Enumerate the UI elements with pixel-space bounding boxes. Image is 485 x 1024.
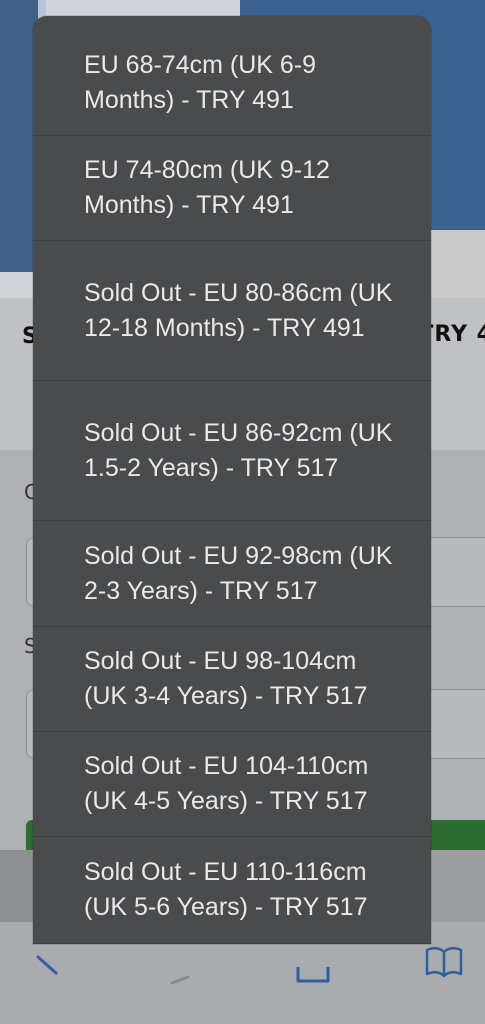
size-option[interactable]: Sold Out - EU 80-86cm (UK 12-18 Months) … bbox=[33, 241, 431, 381]
size-option-label: EU 74-80cm (UK 9-12 Months) - TRY 491 bbox=[84, 156, 330, 219]
share-icon[interactable] bbox=[170, 962, 190, 992]
size-option-label: Sold Out - EU 110-116cm (UK 5-6 Years) -… bbox=[84, 858, 368, 921]
size-dropdown-list[interactable]: EU 68-74cm (UK 6-9 Months) - TRY 491 EU … bbox=[33, 16, 431, 944]
size-option[interactable]: Sold Out - EU 86-92cm (UK 1.5-2 Years) -… bbox=[33, 381, 431, 521]
size-option[interactable]: EU 74-80cm (UK 9-12 Months) - TRY 491 bbox=[33, 136, 431, 241]
size-option[interactable]: Sold Out - EU 92-98cm (UK 2-3 Years) - T… bbox=[33, 521, 431, 627]
size-option[interactable]: Sold Out - EU 104-110cm (UK 4-5 Years) -… bbox=[33, 732, 431, 837]
size-option[interactable]: EU 68-74cm (UK 6-9 Months) - TRY 491 bbox=[33, 30, 431, 136]
size-option[interactable]: Sold Out - EU 98-104cm (UK 3-4 Years) - … bbox=[33, 627, 431, 732]
bookmarks-icon[interactable] bbox=[424, 946, 464, 985]
size-option-label: Sold Out - EU 86-92cm (UK 1.5-2 Years) -… bbox=[84, 418, 393, 482]
size-option[interactable]: Sold Out - EU 110-116cm (UK 5-6 Years) -… bbox=[33, 837, 431, 944]
size-option-label: Sold Out - EU 104-110cm (UK 4-5 Years) -… bbox=[84, 752, 369, 815]
size-option-label: Sold Out - EU 92-98cm (UK 2-3 Years) - T… bbox=[84, 541, 393, 605]
tabs-icon[interactable] bbox=[296, 960, 330, 990]
size-option-label: Sold Out - EU 98-104cm (UK 3-4 Years) - … bbox=[84, 647, 368, 710]
size-option-label: Sold Out - EU 80-86cm (UK 12-18 Months) … bbox=[84, 278, 393, 342]
back-icon[interactable] bbox=[36, 952, 58, 982]
size-option-label: EU 68-74cm (UK 6-9 Months) - TRY 491 bbox=[84, 50, 317, 114]
